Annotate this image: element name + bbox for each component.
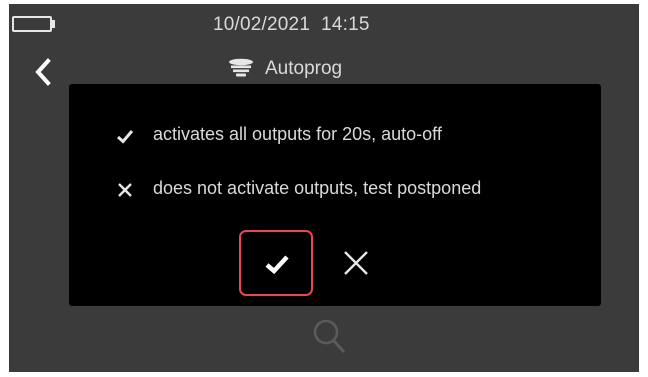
check-icon: [115, 126, 135, 146]
page-title: Autoprog: [265, 58, 343, 79]
display-panel: 10/02/2021 14:15 Autoprog activates all …: [9, 4, 639, 372]
close-icon: [344, 251, 368, 275]
header: Autoprog: [9, 52, 639, 88]
siren-icon: [228, 58, 254, 78]
search-icon[interactable]: [310, 316, 350, 358]
cancel-button[interactable]: [337, 244, 375, 282]
option-row-postpone: does not activate outputs, test postpone…: [115, 176, 585, 204]
confirm-button[interactable]: [239, 230, 313, 296]
option-label: does not activate outputs, test postpone…: [153, 178, 482, 198]
close-icon: [115, 180, 135, 200]
confirmation-dialog: activates all outputs for 20s, auto-off …: [69, 84, 601, 306]
chevron-left-icon[interactable]: [31, 57, 55, 87]
status-bar: 10/02/2021 14:15: [9, 4, 639, 42]
datetime: 10/02/2021 14:15: [213, 14, 370, 35]
option-label: activates all outputs for 20s, auto-off: [153, 124, 442, 144]
device-screen: 10/02/2021 14:15 Autoprog activates all …: [0, 0, 648, 377]
option-row-activate: activates all outputs for 20s, auto-off: [115, 122, 585, 150]
battery-empty-icon: [12, 16, 52, 32]
check-icon: [265, 255, 289, 275]
battery-tip: [52, 20, 55, 28]
